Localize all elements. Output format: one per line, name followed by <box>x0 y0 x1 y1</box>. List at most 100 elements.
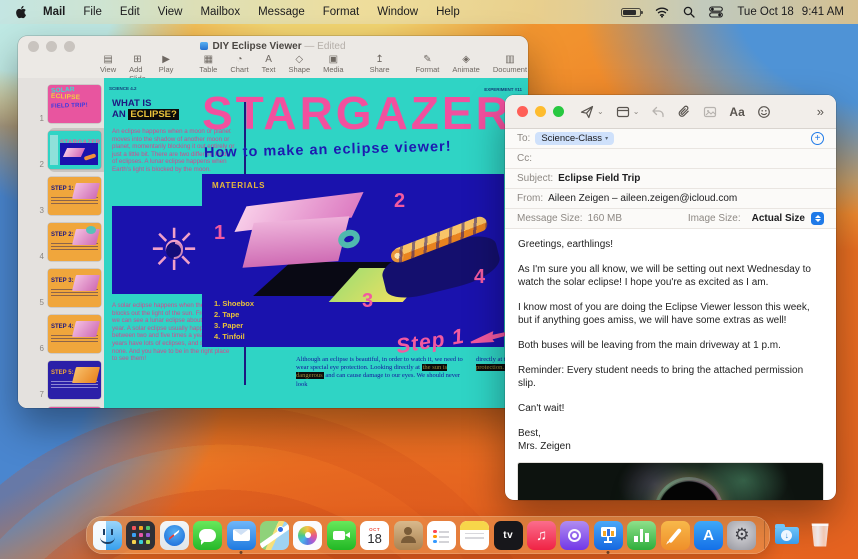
callout-number-3: 3 <box>362 290 374 312</box>
menu-bar-time[interactable]: 9:41 AM <box>802 6 844 18</box>
toolbar-chart-button[interactable]: ◔ Chart <box>230 54 248 74</box>
dock-icon-photos[interactable] <box>293 520 323 550</box>
image-size-dropdown[interactable] <box>811 212 824 225</box>
slide-thumbnail-6[interactable]: 6 STEP 4: <box>18 315 104 353</box>
dock-icon-messages[interactable] <box>193 520 223 550</box>
dock-icon-pages[interactable] <box>660 520 690 550</box>
materials-label: MATERIALS <box>212 181 266 190</box>
menu-file[interactable]: File <box>83 6 102 18</box>
dock-icon-reminders[interactable] <box>426 520 456 550</box>
subject-field[interactable]: Subject: Eclipse Field Trip <box>505 169 836 189</box>
dock-icon-facetime[interactable] <box>326 520 356 550</box>
slide-subtitle[interactable]: How to make an eclipse viewer! <box>204 139 452 161</box>
menu-mail[interactable]: Mail <box>43 6 65 18</box>
slide-title[interactable]: STARGAZER <box>202 86 512 140</box>
toolbar-share-button[interactable]: ↥ Share <box>370 54 390 74</box>
reply-button[interactable] <box>651 105 665 119</box>
dock-separator <box>763 521 765 549</box>
dock-icon-mail[interactable] <box>226 520 256 550</box>
body-paragraph: Can't wait! <box>518 403 565 414</box>
dock-icon-podcasts[interactable] <box>560 520 590 550</box>
slide-canvas[interactable]: SCIENCE 4.2 EXPERIMENT #11 WHAT IS AN EC… <box>104 78 528 408</box>
toolbar-document-button[interactable]: ▥ Document <box>493 54 527 74</box>
slide-thumbnail-8[interactable]: 8 DID YOU KNOW... <box>18 407 104 408</box>
emoji-button[interactable] <box>757 105 771 119</box>
menu-message[interactable]: Message <box>258 6 305 18</box>
from-field[interactable]: From: Aileen Zeigen – aileen.zeigen@iclo… <box>505 189 836 209</box>
dock-icon-keynote[interactable] <box>593 520 623 550</box>
cc-field[interactable]: Cc: <box>505 149 836 169</box>
dock-icon-safari[interactable] <box>159 520 189 550</box>
control-center-icon[interactable] <box>709 5 724 19</box>
toolbar-shape-button[interactable]: ◇ Shape <box>288 54 310 74</box>
toolbar-view-button[interactable]: ▤ View <box>100 54 116 74</box>
subject-value: Eclipse Field Trip <box>558 173 641 184</box>
attach-button[interactable] <box>677 105 691 119</box>
dock-icon-launchpad[interactable] <box>126 520 156 550</box>
slide-thumbnail-2-selected[interactable]: 2 STARGAZER <box>18 128 104 172</box>
from-value: Aileen Zeigen – aileen.zeigen@icloud.com <box>548 193 738 204</box>
format-button[interactable]: Aa <box>729 105 744 119</box>
recipient-token[interactable]: Science-Class ▾ <box>535 132 615 145</box>
share-icon: ↥ <box>375 54 384 65</box>
callout-number-2: 2 <box>394 190 406 212</box>
keynote-title-bar[interactable]: DIY Eclipse Viewer — Edited <box>18 36 528 53</box>
slide-body-column-left[interactable]: Although an eclipse is beautiful, in ord… <box>296 356 464 389</box>
dock-icon-appstore[interactable]: A <box>694 520 724 550</box>
menu-bar-date[interactable]: Tue Oct 18 <box>737 6 793 18</box>
document-icon: ▥ <box>505 54 515 65</box>
toolbar-play-button[interactable]: ▶ Play <box>159 54 174 74</box>
toolbar-table-button[interactable]: ▦ Table <box>199 54 217 74</box>
send-options-chevron-icon[interactable]: ⌄ <box>597 107 604 116</box>
slide-thumbnail-7[interactable]: 7 STEP 5: <box>18 361 104 399</box>
save-draft-button[interactable]: ⌄ <box>616 105 640 119</box>
slide-heading[interactable]: WHAT IS AN ECLIPSE? <box>112 98 179 120</box>
wifi-icon[interactable] <box>655 5 669 19</box>
dock-icon-downloads[interactable]: ↓ <box>772 521 801 550</box>
dock-icon-appletv[interactable]: tv <box>493 520 523 550</box>
dock-icon-music[interactable]: ♫ <box>527 520 557 550</box>
toolbar-text-button[interactable]: A Text <box>262 54 276 74</box>
message-body[interactable]: Greetings, earthlings! As I'm sure you a… <box>505 229 836 453</box>
menu-view[interactable]: View <box>158 6 183 18</box>
mail-compose-window: ⌄ ⌄ Aa » To: Science-Class ▾ + Cc: Subjec… <box>505 95 836 500</box>
slide-thumbnail-4[interactable]: 4 STEP 2: <box>18 223 104 261</box>
menu-format[interactable]: Format <box>323 6 359 18</box>
dock-icon-calendar[interactable]: OCT 18 <box>360 520 390 550</box>
dock-icon-contacts[interactable] <box>393 520 423 550</box>
dock-icon-finder[interactable] <box>93 520 122 550</box>
toolbar-format-button[interactable]: ✎ Format <box>416 54 440 74</box>
dock-icon-numbers[interactable] <box>627 520 657 550</box>
mail-toolbar-overflow-button[interactable]: » <box>817 104 824 119</box>
body-paragraph: As I'm sure you all know, we will be set… <box>518 264 811 288</box>
to-field[interactable]: To: Science-Class ▾ + <box>505 129 836 149</box>
menu-window[interactable]: Window <box>377 6 418 18</box>
materials-panel[interactable]: MATERIALS 1 2 3 4 1. Shoebox 2. Tape 3. … <box>202 174 504 347</box>
slide-thumbnail-1[interactable]: 1 SOLAR ECLIPSE FIELD TRIP! <box>18 85 104 123</box>
dock-icon-settings[interactable]: ⚙ <box>727 520 757 550</box>
send-button[interactable]: ⌄ <box>580 105 604 119</box>
battery-icon[interactable] <box>621 7 644 17</box>
apple-logo-icon[interactable] <box>14 5 27 19</box>
body-paragraph: I know most of you are doing the Eclipse… <box>518 302 810 326</box>
toolbar-animate-button[interactable]: ◈ Animate <box>452 54 480 74</box>
body-signature-line2: Mrs. Zeigen <box>518 441 571 452</box>
save-options-chevron-icon[interactable]: ⌄ <box>633 107 640 116</box>
dock-icon-maps[interactable] <box>259 520 289 550</box>
mail-window-controls[interactable] <box>517 106 564 117</box>
spotlight-search-icon[interactable] <box>683 6 695 18</box>
eclipse-photo-attachment[interactable] <box>518 463 823 500</box>
slide-thumbnail-5[interactable]: 5 STEP 3: <box>18 269 104 307</box>
menu-edit[interactable]: Edit <box>120 6 140 18</box>
chart-icon: ◔ <box>236 54 243 65</box>
dock-icon-notes[interactable] <box>460 520 490 550</box>
slide-thumbnail-3[interactable]: 3 STEP 1: <box>18 177 104 215</box>
menu-help[interactable]: Help <box>436 6 460 18</box>
toolbar-media-button[interactable]: ▣ Media <box>323 54 343 74</box>
keynote-window-title: DIY Eclipse Viewer — Edited <box>18 41 528 52</box>
dock-icon-trash[interactable] <box>806 521 835 550</box>
photo-browser-button[interactable] <box>703 105 717 119</box>
message-size-value: 160 MB <box>587 213 623 224</box>
menu-mailbox[interactable]: Mailbox <box>200 6 240 18</box>
add-recipient-button[interactable]: + <box>811 132 824 145</box>
